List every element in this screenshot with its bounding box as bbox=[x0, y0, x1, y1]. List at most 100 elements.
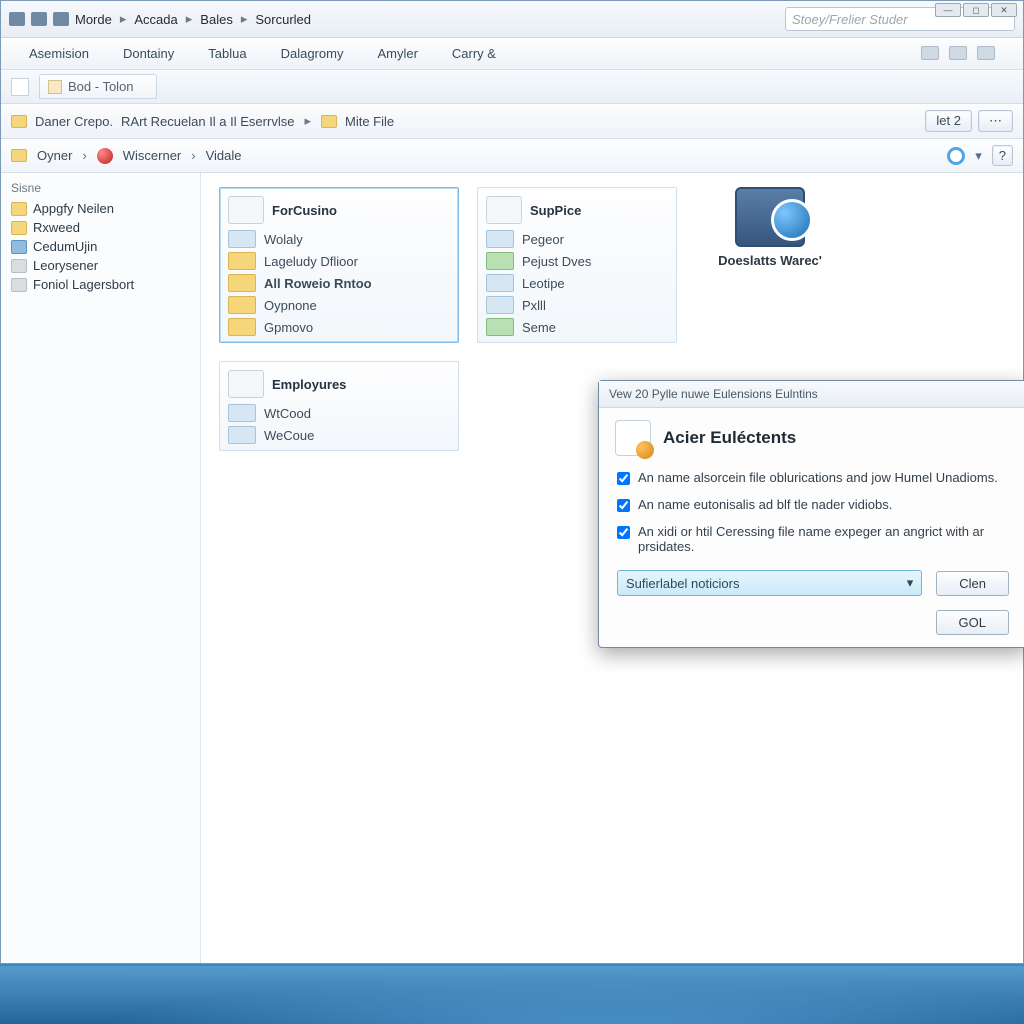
status-dot-icon bbox=[97, 148, 113, 164]
maximize-button[interactable]: ◻ bbox=[963, 3, 989, 17]
tile-item[interactable]: Gpmovo bbox=[264, 320, 313, 335]
dialog-option[interactable]: An name eutonisalis ad blf tle nader vid… bbox=[599, 491, 1024, 518]
tile-item[interactable]: Pejust Dves bbox=[522, 254, 591, 269]
close-button[interactable]: ✕ bbox=[991, 3, 1017, 17]
item-icon bbox=[486, 318, 514, 336]
chevron-right-icon: ▸ bbox=[302, 113, 313, 129]
checkbox[interactable] bbox=[617, 499, 630, 512]
menu-item[interactable]: Asemision bbox=[29, 46, 89, 61]
path-segment[interactable]: Mite File bbox=[345, 114, 394, 129]
dialog-option[interactable]: An xidi or htil Ceressing file name expe… bbox=[599, 518, 1024, 560]
menu-right-tools bbox=[921, 46, 995, 61]
tile-item[interactable]: Lageludy Dflioor bbox=[264, 254, 358, 269]
category-icon bbox=[228, 196, 264, 224]
category-tile[interactable]: SupPice Pegeor Pejust Dves Leotipe Pxlll… bbox=[477, 187, 677, 343]
option-label: An xidi or htil Ceressing file name expe… bbox=[638, 524, 1009, 554]
crumb-4[interactable]: Sorcurled bbox=[255, 12, 311, 27]
tile-title: SupPice bbox=[530, 203, 581, 218]
tile-item[interactable]: WeCoue bbox=[264, 428, 314, 443]
action-button[interactable]: let 2 bbox=[925, 110, 972, 132]
menu-item[interactable]: Tablua bbox=[208, 46, 246, 61]
nav-fwd-icon[interactable] bbox=[31, 12, 47, 26]
sidebar-item-label: Rxweed bbox=[33, 220, 80, 235]
category-tile[interactable]: Employures WtCood WeCoue bbox=[219, 361, 459, 451]
tile-item[interactable]: Wolaly bbox=[264, 232, 303, 247]
taskbar[interactable] bbox=[0, 966, 1024, 1024]
path-segment[interactable]: Daner Crepo. bbox=[35, 114, 113, 129]
app-icon bbox=[735, 187, 805, 247]
tool-icon[interactable] bbox=[921, 46, 939, 60]
sidebar-item[interactable]: Leorysener bbox=[11, 256, 190, 275]
command-bar: Daner Crepo. RArt Recuelan Il a Il Eserr… bbox=[1, 104, 1023, 139]
minimize-button[interactable]: — bbox=[935, 3, 961, 17]
item-icon bbox=[228, 318, 256, 336]
tile-item[interactable]: Pegeor bbox=[522, 232, 564, 247]
sidebar-item-label: Appgfy Neilen bbox=[33, 201, 114, 216]
dialog-option[interactable]: An name alsorcein file oblurications and… bbox=[599, 464, 1024, 491]
location-bar: Oyner › Wiscerner › Vidale ▾ ? bbox=[1, 139, 1023, 173]
app-shortcut[interactable]: Doeslatts Warec' bbox=[695, 187, 845, 343]
address-bar: Morde ▸ Accada ▸ Bales ▸ Sorcurled Stoey… bbox=[1, 1, 1023, 38]
tile-item[interactable]: Oypnone bbox=[264, 298, 317, 313]
crumb-1[interactable]: Morde bbox=[75, 12, 112, 27]
folder-icon bbox=[11, 149, 27, 162]
item-icon bbox=[486, 252, 514, 270]
dropdown-value: Sufierlabel noticiors bbox=[626, 576, 739, 591]
chevron-right-icon: ▸ bbox=[184, 11, 195, 27]
menu-item[interactable]: Dontainy bbox=[123, 46, 174, 61]
loc-seg[interactable]: Oyner bbox=[37, 148, 72, 163]
chevron-right-icon: › bbox=[191, 148, 195, 163]
window-controls: — ◻ ✕ bbox=[935, 3, 1017, 17]
tile-item[interactable]: Leotipe bbox=[522, 276, 565, 291]
sidebar-item[interactable]: Appgfy Neilen bbox=[11, 199, 190, 218]
tab-active[interactable]: Bod - Tolon bbox=[39, 74, 157, 99]
tile-item[interactable]: All Roweio Rntoo bbox=[264, 276, 372, 291]
tile-item[interactable]: Pxlll bbox=[522, 298, 546, 313]
chevron-down-icon[interactable]: ▾ bbox=[975, 148, 982, 164]
checkbox[interactable] bbox=[617, 472, 630, 485]
tool-icon[interactable] bbox=[949, 46, 967, 60]
loc-seg[interactable]: Vidale bbox=[206, 148, 242, 163]
dialog-icon bbox=[615, 420, 651, 456]
tool-icon[interactable] bbox=[977, 46, 995, 60]
item-icon bbox=[228, 404, 256, 422]
menu-item[interactable]: Amyler bbox=[377, 46, 417, 61]
chevron-right-icon: › bbox=[82, 148, 86, 163]
option-label: An name alsorcein file oblurications and… bbox=[638, 470, 998, 485]
folder-icon bbox=[11, 259, 27, 273]
dialog-titlebar[interactable]: Vew 20 Pylle nuwe Eulensions Eulntins bbox=[599, 381, 1024, 408]
category-tile[interactable]: ForCusino Wolaly Lageludy Dflioor All Ro… bbox=[219, 187, 459, 343]
sidebar-item[interactable]: Foniol Lagersbort bbox=[11, 275, 190, 294]
category-icon bbox=[228, 370, 264, 398]
tile-title: Employures bbox=[272, 377, 346, 392]
view-options-button[interactable]: ⋯ bbox=[978, 110, 1013, 132]
clear-button[interactable]: Clen bbox=[936, 571, 1009, 596]
device-icon bbox=[11, 240, 27, 254]
crumb-2[interactable]: Accada bbox=[134, 12, 177, 27]
gol-button[interactable]: GOL bbox=[936, 610, 1009, 635]
refresh-icon[interactable] bbox=[947, 147, 965, 165]
sidebar-item[interactable]: CedumUjin bbox=[11, 237, 190, 256]
sidebar-item[interactable]: Rxweed bbox=[11, 218, 190, 237]
nav-back-icon[interactable] bbox=[9, 12, 25, 26]
tab-strip: Bod - Tolon bbox=[1, 70, 1023, 104]
folder-icon bbox=[11, 202, 27, 216]
tile-item[interactable]: WtCood bbox=[264, 406, 311, 421]
dropdown[interactable]: Sufierlabel noticiors ▾ bbox=[617, 570, 922, 596]
nav-up-icon[interactable] bbox=[53, 12, 69, 26]
page-icon[interactable] bbox=[11, 78, 29, 96]
help-button[interactable]: ? bbox=[992, 145, 1013, 166]
tile-title: ForCusino bbox=[272, 203, 337, 218]
sidebar-item-label: Foniol Lagersbort bbox=[33, 277, 134, 292]
menu-bar: Asemision Dontainy Tablua Dalagromy Amyl… bbox=[1, 38, 1023, 70]
path-segment[interactable]: RArt Recuelan Il a Il Eserrvlse bbox=[121, 114, 294, 129]
crumb-3[interactable]: Bales bbox=[200, 12, 233, 27]
loc-seg[interactable]: Wiscerner bbox=[123, 148, 182, 163]
checkbox[interactable] bbox=[617, 526, 630, 539]
menu-item[interactable]: Carry & bbox=[452, 46, 496, 61]
menu-item[interactable]: Dalagromy bbox=[281, 46, 344, 61]
sidebar: Sisne Appgfy Neilen Rxweed CedumUjin Leo… bbox=[1, 173, 201, 963]
item-icon bbox=[228, 426, 256, 444]
tile-item[interactable]: Seme bbox=[522, 320, 556, 335]
folder-icon bbox=[11, 221, 27, 235]
